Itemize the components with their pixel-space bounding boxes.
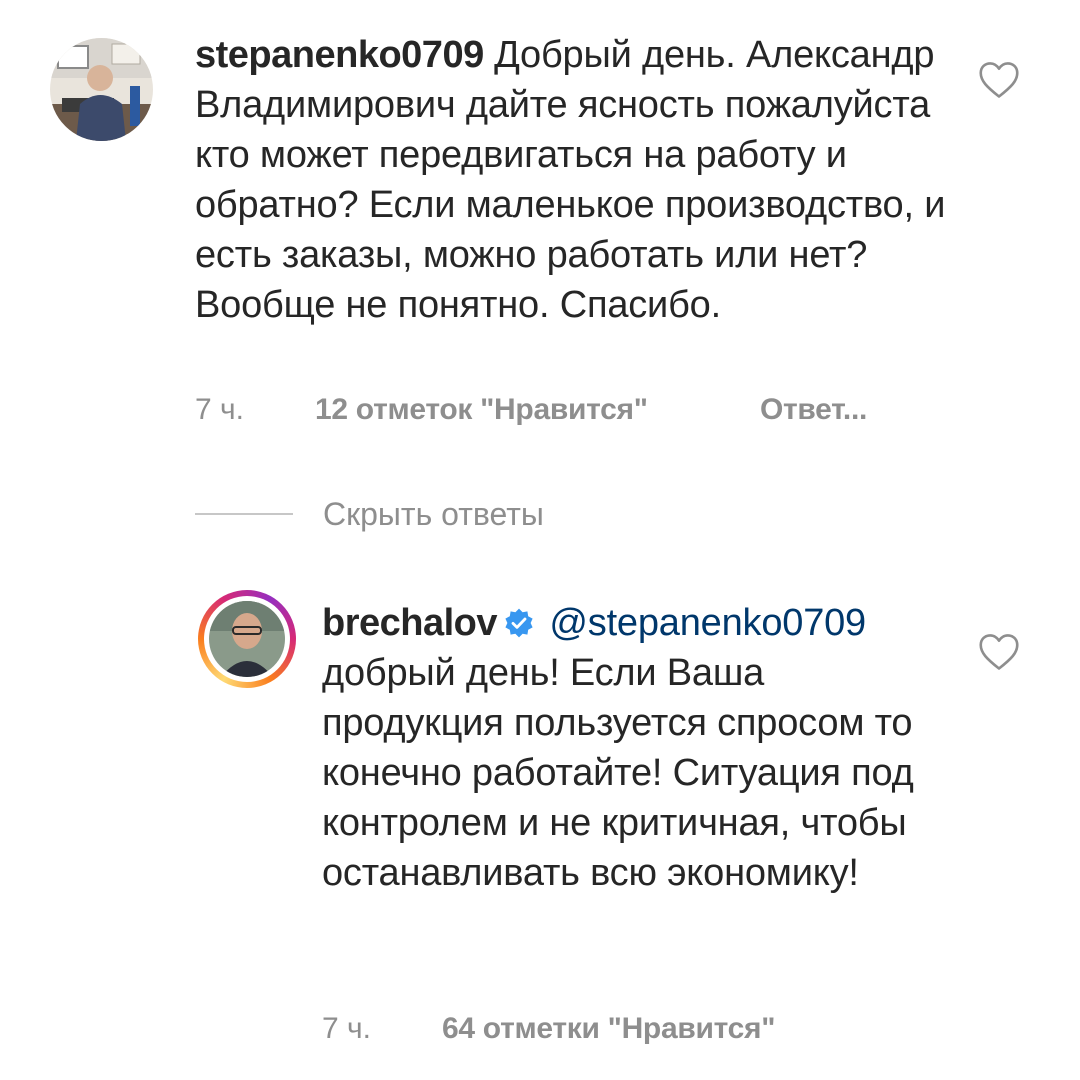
- comment-time: 7 ч.: [195, 393, 244, 426]
- like-heart-icon[interactable]: [978, 60, 1020, 100]
- reply-username[interactable]: brechalov: [322, 602, 498, 644]
- comment-username[interactable]: stepanenko0709: [195, 34, 484, 76]
- commenter-avatar[interactable]: [50, 38, 153, 141]
- reply-body: brechalov @stepanenko0709 добрый день! Е…: [322, 598, 952, 898]
- reply-mention[interactable]: @stepanenko0709: [549, 602, 866, 644]
- reply-meta: 7 ч. 64 отметки "Нравится": [322, 1012, 952, 1052]
- replies-divider: [195, 513, 293, 515]
- verified-badge-icon: [505, 608, 533, 638]
- comment-reply-button[interactable]: Ответ...: [760, 393, 867, 427]
- comment-text: Добрый день. Александр Владимирович дайт…: [195, 34, 946, 326]
- reply-likes[interactable]: 64 отметки "Нравится": [442, 1012, 775, 1046]
- hide-replies-label[interactable]: Скрыть ответы: [323, 492, 544, 536]
- comment-likes[interactable]: 12 отметок "Нравится": [315, 393, 648, 427]
- reply-avatar[interactable]: [198, 590, 296, 688]
- reply-like-heart-icon[interactable]: [978, 632, 1020, 672]
- comment-body: stepanenko0709 Добрый день. Александр Вл…: [195, 30, 955, 330]
- comment-meta: 7 ч. 12 отметок "Нравится" Ответ...: [195, 393, 955, 433]
- reply-time: 7 ч.: [322, 1012, 371, 1045]
- reply-text: добрый день! Если Ваша продукция пользуе…: [322, 652, 914, 894]
